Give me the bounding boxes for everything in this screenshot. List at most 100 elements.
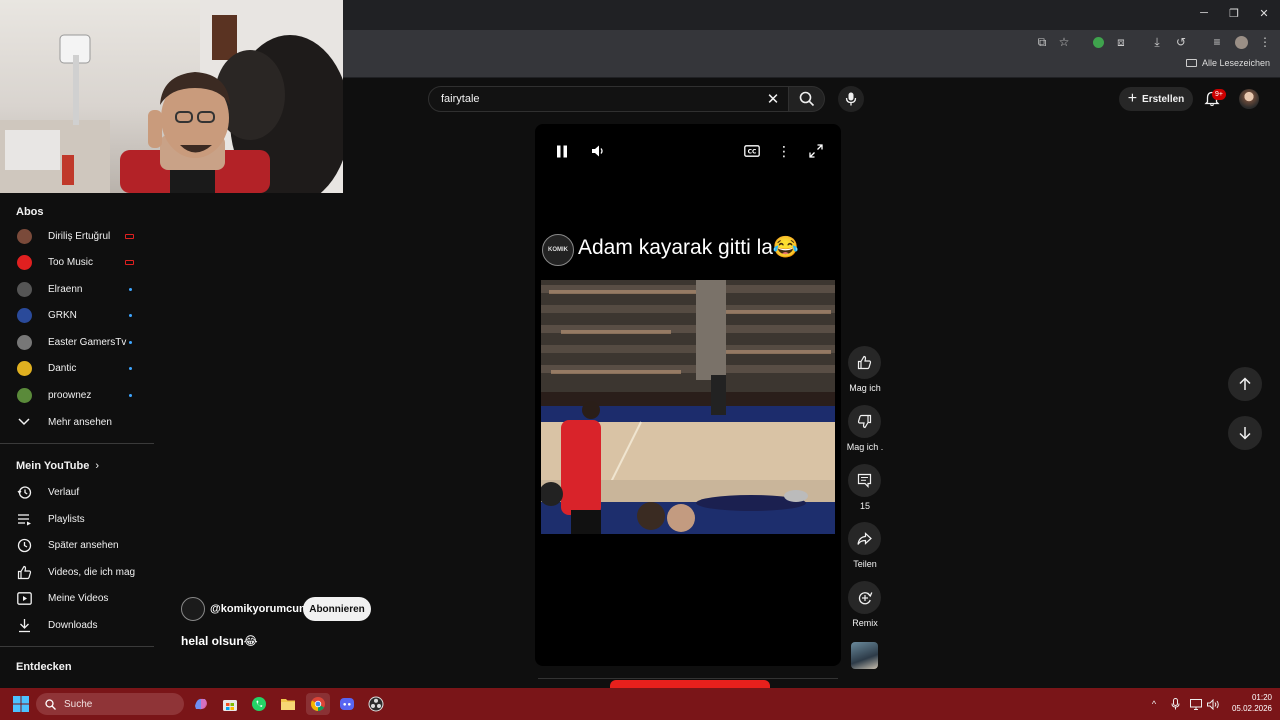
webcam-overlay xyxy=(0,0,343,193)
sidebar-item-my-videos[interactable]: Meine Videos xyxy=(0,586,154,610)
sidebar-item-watch-later[interactable]: Später ansehen xyxy=(0,533,154,557)
chevron-up-icon[interactable]: ^ xyxy=(1147,697,1161,711)
sidebar-item-history[interactable]: Verlauf xyxy=(0,480,154,504)
remix-icon xyxy=(858,591,872,604)
taskbar-clock[interactable]: 01:20 05.02.2026 xyxy=(1224,692,1272,714)
clock-date: 05.02.2026 xyxy=(1231,704,1272,713)
my-youtube-label: Mein YouTube xyxy=(16,460,90,472)
speaker-icon[interactable] xyxy=(1206,697,1220,711)
sidebar-item-label: Später ansehen xyxy=(48,539,119,551)
profile-toolbar-icon[interactable] xyxy=(1232,33,1250,51)
network-icon[interactable] xyxy=(1189,697,1203,711)
sidebar-item-liked-videos[interactable]: Videos, die ich mag xyxy=(0,560,154,584)
channel-avatar xyxy=(16,387,32,403)
pause-button[interactable] xyxy=(553,142,571,160)
extensions-puzzle-icon[interactable]: ⧈ xyxy=(1112,33,1130,51)
channel-avatar xyxy=(16,360,32,376)
audio-source-thumbnail[interactable] xyxy=(851,642,878,669)
subscribe-button[interactable]: Abonnieren xyxy=(303,597,371,621)
remix-label: Remix xyxy=(852,618,878,628)
all-bookmarks-label: Alle Lesezeichen xyxy=(1201,58,1270,68)
sidebar-divider xyxy=(0,443,154,444)
microphone-tray-icon[interactable] xyxy=(1168,697,1182,711)
discord-icon[interactable] xyxy=(337,694,357,714)
sidebar-channel-elraenn[interactable]: Elraenn xyxy=(0,277,154,301)
channel-avatar xyxy=(16,334,32,350)
new-content-dot-icon xyxy=(129,313,132,317)
share-button[interactable] xyxy=(848,522,881,555)
whatsapp-icon[interactable] xyxy=(249,694,269,714)
voice-search-button[interactable] xyxy=(838,86,864,112)
obs-studio-icon[interactable] xyxy=(366,694,386,714)
arrow-up-icon xyxy=(1239,377,1251,390)
taskbar-search[interactable]: Suche xyxy=(36,693,184,715)
my-youtube-heading[interactable]: Mein YouTube › xyxy=(16,460,99,472)
live-indicator-icon xyxy=(125,259,134,265)
sidebar-channel-too-music[interactable]: Too Music xyxy=(0,250,154,274)
channel-avatar xyxy=(16,254,32,270)
subscriptions-heading: Abos xyxy=(16,206,44,218)
sidebar: Abos Diriliş Ertuğrul Too Music Elraenn … xyxy=(0,200,154,688)
history-toolbar-icon[interactable]: ↺ xyxy=(1172,33,1190,51)
start-button[interactable] xyxy=(11,694,31,714)
minimize-button[interactable]: ─ xyxy=(1189,0,1219,26)
fullscreen-icon xyxy=(809,144,823,158)
install-app-icon[interactable]: ⧉ xyxy=(1033,33,1051,51)
sidebar-channel-grkn[interactable]: GRKN xyxy=(0,303,154,327)
show-more-button[interactable]: Mehr ansehen xyxy=(0,410,154,434)
copilot-icon[interactable] xyxy=(191,694,211,714)
channel-handle[interactable]: @komikyorumcun xyxy=(210,603,306,615)
previous-short-button[interactable] xyxy=(1228,367,1262,401)
volume-button[interactable] xyxy=(589,142,607,160)
svg-text:CC: CC xyxy=(748,149,757,156)
browser-menu-icon[interactable]: ⋮ xyxy=(1256,33,1274,51)
sidebar-channel-proownez[interactable]: proownez xyxy=(0,383,154,407)
close-window-button[interactable]: ✕ xyxy=(1249,0,1279,26)
remix-button[interactable] xyxy=(848,581,881,614)
search-button[interactable] xyxy=(789,86,825,112)
sidebar-item-playlists[interactable]: Playlists xyxy=(0,507,154,531)
like-label: Mag ich xyxy=(849,383,881,393)
extension-badge-icon[interactable] xyxy=(1089,33,1107,51)
plus-icon: + xyxy=(1127,90,1138,107)
sidebar-item-downloads[interactable]: Downloads xyxy=(0,613,154,637)
search-input[interactable] xyxy=(441,93,751,105)
search-box xyxy=(428,86,789,112)
more-options-icon[interactable]: ⋮ xyxy=(775,142,793,160)
chevron-right-icon: › xyxy=(95,460,100,472)
channel-name: Too Music xyxy=(48,256,94,268)
file-explorer-icon[interactable] xyxy=(278,694,298,714)
channel-avatar[interactable] xyxy=(181,597,205,621)
video-channel-logo: KOMIK xyxy=(542,234,574,266)
comments-button[interactable] xyxy=(848,464,881,497)
microphone-icon xyxy=(845,92,857,106)
sidebar-channel-easter-gamers[interactable]: Easter GamersTv xyxy=(0,330,154,354)
like-button[interactable] xyxy=(848,346,881,379)
bookmark-star-icon[interactable]: ☆ xyxy=(1055,33,1073,51)
thumbs-down-icon xyxy=(857,414,872,429)
create-label: Erstellen xyxy=(1142,93,1185,105)
sidebar-channel-dantic[interactable]: Dantic xyxy=(0,356,154,380)
reading-list-icon[interactable]: ≡ xyxy=(1208,33,1226,51)
sidebar-channel-dirilis[interactable]: Diriliş Ertuğrul xyxy=(0,224,154,248)
channel-name: Elraenn xyxy=(48,283,83,295)
sidebar-item-label: Downloads xyxy=(48,619,98,631)
all-bookmarks-button[interactable]: Alle Lesezeichen xyxy=(1185,58,1270,68)
next-short-button[interactable] xyxy=(1228,416,1262,450)
captions-button[interactable]: CC xyxy=(743,142,761,160)
sidebar-item-label: Meine Videos xyxy=(48,592,109,604)
channel-name: Diriliş Ertuğrul xyxy=(48,230,111,242)
dislike-button[interactable] xyxy=(848,405,881,438)
clear-search-icon[interactable]: ✕ xyxy=(764,90,782,108)
downloads-toolbar-icon[interactable]: ⤓ xyxy=(1148,33,1166,51)
channel-name: Dantic xyxy=(48,362,77,374)
short-title: helal olsun😂 xyxy=(181,634,258,648)
microsoft-store-icon[interactable] xyxy=(220,694,240,714)
volume-icon xyxy=(592,145,603,157)
channel-name: proownez xyxy=(48,389,92,401)
account-avatar[interactable] xyxy=(1239,89,1259,109)
fullscreen-button[interactable] xyxy=(807,142,825,160)
create-button[interactable]: + Erstellen xyxy=(1119,87,1193,111)
chrome-icon[interactable] xyxy=(308,694,328,714)
maximize-button[interactable]: ❐ xyxy=(1219,0,1249,26)
